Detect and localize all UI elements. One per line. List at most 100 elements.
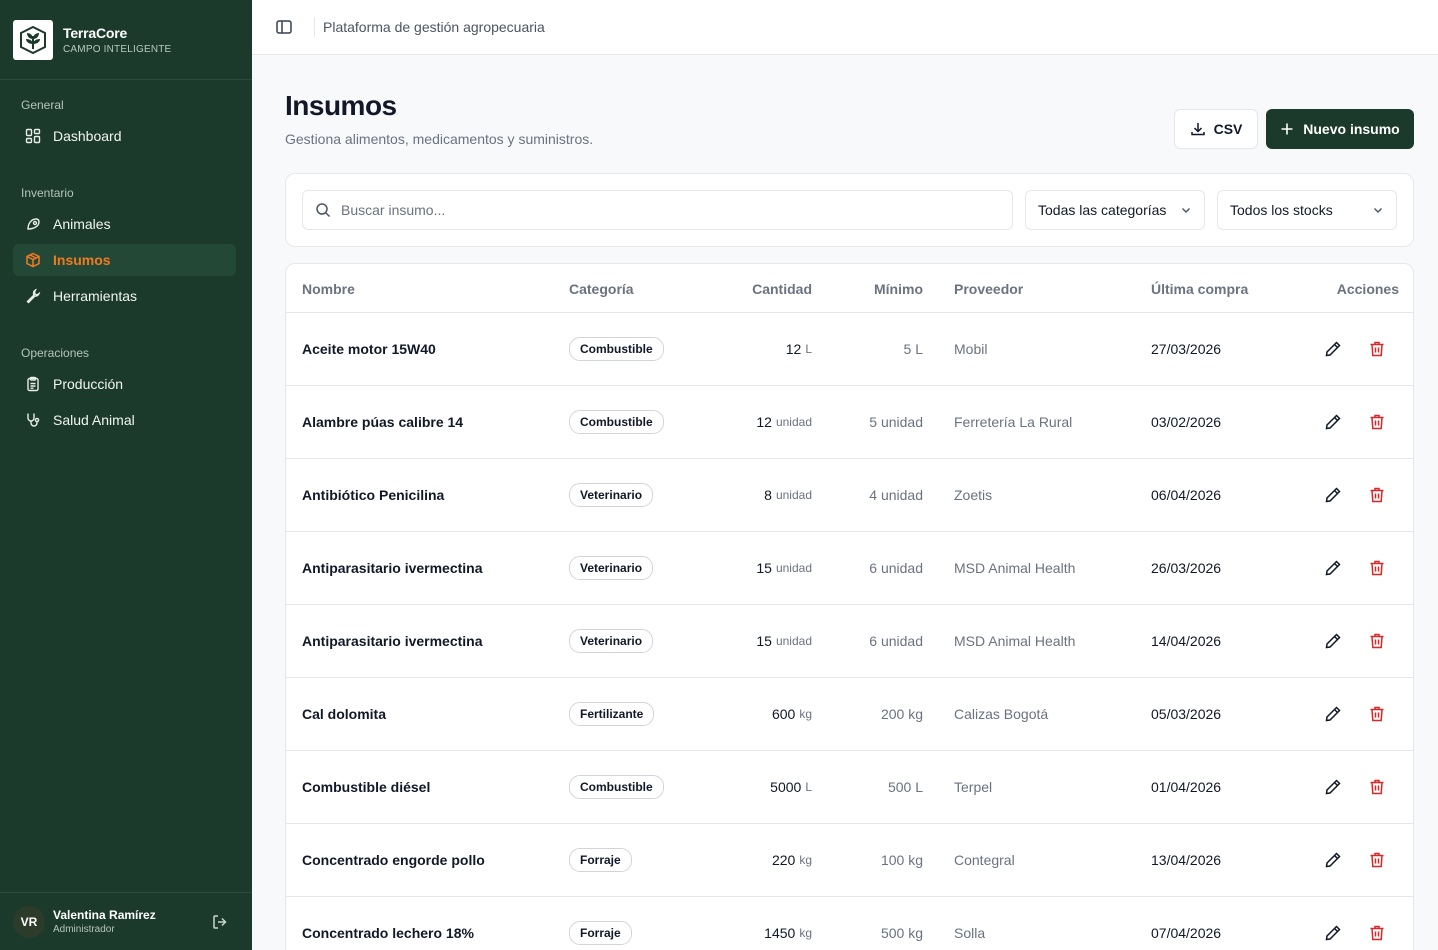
delete-icon[interactable] (1368, 705, 1386, 723)
edit-icon[interactable] (1324, 632, 1342, 650)
table-row: Cal dolomita Fertilizante 600 kg 200 kg Caliz… (286, 678, 1413, 751)
sidebar-item-insumos[interactable]: Insumos (13, 244, 236, 276)
last-purchase-date: 27/03/2026 (1151, 341, 1222, 357)
minimum-value: 6 unidad (869, 633, 923, 649)
brand-tagline: CAMPO INTELIGENTE (63, 43, 172, 55)
column-header-ultima-compra[interactable]: Última compra (1151, 281, 1248, 297)
edit-icon[interactable] (1324, 778, 1342, 796)
brand-name: TerraCore (63, 24, 128, 41)
table-row: Concentrado lechero 18% Forraje 1450 kg 500 … (286, 897, 1413, 950)
quantity-value: 220 (771, 852, 796, 868)
quantity-value: 15 (756, 560, 772, 576)
quantity-cell: 15 unidad (756, 605, 812, 677)
clipboard-icon (24, 375, 42, 393)
sidebar-item-label: Herramientas (53, 288, 138, 304)
column-header-cantidad[interactable]: Cantidad (752, 281, 812, 297)
provider-name: Terpel (954, 779, 993, 795)
supply-name: Concentrado lechero 18% (302, 925, 474, 941)
provider-name: MSD Animal Health (954, 560, 1076, 576)
sidebar-item-label: Salud Animal (53, 412, 135, 428)
edit-icon[interactable] (1324, 413, 1342, 431)
export-csv-button[interactable]: CSV (1174, 109, 1258, 149)
sidebar-item-animales[interactable]: Animales (13, 208, 236, 240)
stock-select[interactable]: Todos los stocks (1217, 190, 1397, 230)
category-cell: Veterinario (569, 532, 654, 604)
table-row: Antibiótico Penicilina Veterinario 8 unidad… (286, 459, 1413, 532)
download-icon (1190, 123, 1205, 136)
last-purchase-date: 06/04/2026 (1151, 487, 1222, 503)
sidebar-item-label: Insumos (53, 252, 111, 268)
edit-icon[interactable] (1324, 340, 1342, 358)
logo-icon (13, 19, 53, 60)
quantity-unit: kg (799, 707, 812, 721)
category-select[interactable]: Todas las categorías (1025, 190, 1205, 230)
filters-card: Todas las categorías Todos los stocks (285, 173, 1414, 247)
quantity-cell: 1450 kg (764, 897, 812, 950)
column-header-proveedor[interactable]: Proveedor (954, 281, 1023, 297)
table-header: Nombre Categoría Cantidad Mínimo Proveed… (286, 264, 1413, 313)
quantity-unit: kg (799, 853, 812, 867)
delete-icon[interactable] (1368, 413, 1386, 431)
new-supply-button[interactable]: Nuevo insumo (1266, 109, 1414, 149)
quantity-cell: 600 kg (772, 678, 812, 750)
quantity-cell: 12 L (786, 313, 812, 385)
category-cell: Veterinario (569, 605, 654, 677)
table-row: Antiparasitario ivermectina Veterinario 15… (286, 532, 1413, 605)
sidebar-item-dashboard[interactable]: Dashboard (13, 120, 236, 152)
category-badge: Forraje (569, 848, 632, 872)
table-row: Concentrado engorde pollo Forraje 220 kg 100… (286, 824, 1413, 897)
quantity-unit: kg (799, 926, 812, 940)
edit-icon[interactable] (1324, 924, 1342, 942)
minimum-value: 200 kg (880, 706, 923, 722)
quantity-cell: 5000 L (770, 751, 812, 823)
search-input[interactable] (341, 202, 981, 218)
search-box[interactable] (302, 190, 1013, 230)
edit-icon[interactable] (1324, 851, 1342, 869)
chevron-down-icon (1374, 208, 1382, 213)
column-header-minimo[interactable]: Mínimo (874, 281, 923, 297)
category-badge: Forraje (569, 921, 632, 945)
table-row: Antiparasitario ivermectina Veterinario 15… (286, 605, 1413, 678)
quantity-unit: unidad (775, 488, 812, 502)
quantity-value: 1450 (764, 925, 796, 941)
category-badge: Combustible (569, 410, 664, 434)
column-header-categoria[interactable]: Categoría (569, 281, 634, 297)
page-subtitle: Gestiona alimentos, medicamentos y sumin… (285, 131, 594, 147)
quantity-value: 12 (756, 414, 772, 430)
delete-icon[interactable] (1368, 632, 1386, 650)
chevron-down-icon (1182, 208, 1190, 213)
divider (314, 17, 315, 37)
user-role: Administrador (53, 924, 115, 935)
sidebar-item-label: Producción (53, 376, 124, 392)
provider-name: MSD Animal Health (954, 633, 1076, 649)
sidebar-toggle-icon[interactable] (275, 18, 293, 36)
sidebar-item-produccion[interactable]: Producción (13, 368, 236, 400)
quantity-value: 600 (771, 706, 796, 722)
sidebar-item-herramientas[interactable]: Herramientas (13, 280, 236, 312)
provider-name: Zoetis (954, 487, 993, 503)
quantity-cell: 12 unidad (756, 386, 812, 458)
sidebar-item-salud-animal[interactable]: Salud Animal (13, 404, 236, 436)
quantity-value: 15 (756, 633, 772, 649)
provider-name: Ferretería La Rural (954, 414, 1073, 430)
logout-icon[interactable] (211, 913, 229, 931)
last-purchase-date: 05/03/2026 (1151, 706, 1222, 722)
table-row: Aceite motor 15W40 Combustible 12 L 5 L Mobil… (286, 313, 1413, 386)
plus-icon (1281, 123, 1293, 135)
quantity-value: 8 (764, 487, 772, 503)
minimum-value: 6 unidad (869, 560, 923, 576)
delete-icon[interactable] (1368, 924, 1386, 942)
edit-icon[interactable] (1324, 486, 1342, 504)
delete-icon[interactable] (1368, 851, 1386, 869)
edit-icon[interactable] (1324, 705, 1342, 723)
delete-icon[interactable] (1368, 559, 1386, 577)
delete-icon[interactable] (1368, 340, 1386, 358)
delete-icon[interactable] (1368, 486, 1386, 504)
delete-icon[interactable] (1368, 778, 1386, 796)
edit-icon[interactable] (1324, 559, 1342, 577)
search-icon (316, 203, 331, 218)
category-badge: Veterinario (569, 556, 654, 580)
last-purchase-date: 26/03/2026 (1151, 560, 1222, 576)
brand: TerraCore CAMPO INTELIGENTE (0, 0, 252, 80)
column-header-nombre[interactable]: Nombre (302, 281, 355, 297)
